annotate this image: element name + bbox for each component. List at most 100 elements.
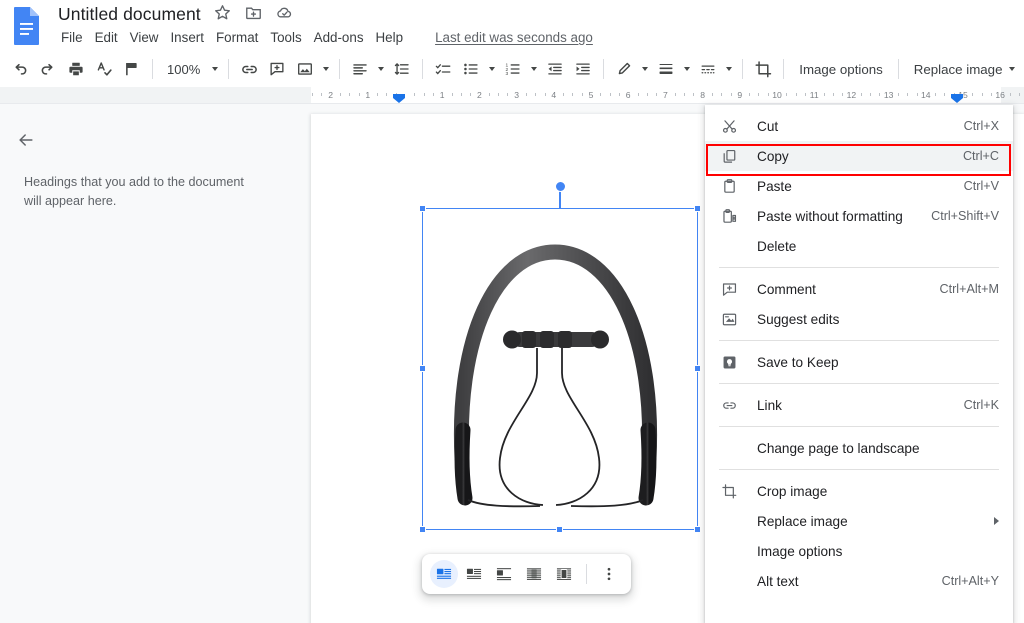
ruler-tick — [312, 93, 313, 96]
menu-item-label: Delete — [757, 239, 999, 254]
border-dash-control[interactable] — [694, 55, 736, 83]
menu-item-suggest-edits[interactable]: Suggest edits — [705, 304, 1013, 334]
right-indent-marker[interactable] — [951, 90, 963, 99]
border-color-control[interactable] — [610, 55, 652, 83]
paint-format-icon[interactable] — [118, 55, 146, 83]
image-options-button[interactable]: Image options — [790, 56, 892, 82]
menu-file[interactable]: File — [55, 26, 89, 49]
in-front-of-text-button[interactable] — [550, 560, 578, 588]
ruler-tick — [461, 93, 462, 96]
selected-image[interactable] — [422, 208, 698, 530]
border-dash-icon[interactable] — [694, 55, 722, 83]
break-text-button[interactable] — [490, 560, 518, 588]
title-action-icons — [213, 3, 294, 22]
align-icon[interactable] — [346, 55, 374, 83]
ruler-tick — [982, 93, 983, 96]
decrease-indent-icon[interactable] — [541, 55, 569, 83]
menu-addons[interactable]: Add-ons — [308, 26, 370, 49]
chevron-down-icon[interactable] — [722, 55, 736, 83]
zoom-control[interactable]: 100% — [159, 56, 222, 82]
menu-item-paste[interactable]: PasteCtrl+V — [705, 171, 1013, 201]
chevron-down-icon[interactable] — [527, 55, 541, 83]
chevron-down-icon[interactable] — [319, 55, 333, 83]
increase-indent-icon[interactable] — [569, 55, 597, 83]
left-indent-marker[interactable] — [393, 90, 405, 99]
menu-item-image-options[interactable]: Image options — [705, 536, 1013, 566]
print-icon[interactable] — [62, 55, 90, 83]
menu-edit[interactable]: Edit — [89, 26, 124, 49]
rotate-handle[interactable] — [555, 181, 566, 192]
menu-help[interactable]: Help — [370, 26, 410, 49]
move-to-folder-icon[interactable] — [244, 3, 263, 22]
document-title[interactable]: Untitled document — [56, 2, 203, 26]
image-context-menu[interactable]: CutCtrl+XCopyCtrl+CPasteCtrl+VPaste with… — [705, 105, 1013, 623]
toolbar-divider — [742, 59, 743, 79]
menu-item-alt-text[interactable]: Alt textCtrl+Alt+Y — [705, 566, 1013, 596]
chevron-down-icon[interactable] — [638, 55, 652, 83]
menu-item-replace-image[interactable]: Replace image — [705, 506, 1013, 536]
menu-item-change-page-to-landscape[interactable]: Change page to landscape — [705, 433, 1013, 463]
chevron-down-icon[interactable] — [680, 55, 694, 83]
border-weight-icon[interactable] — [652, 55, 680, 83]
bulleted-list-icon[interactable] — [457, 55, 485, 83]
menu-item-link[interactable]: LinkCtrl+K — [705, 390, 1013, 420]
menu-item-copy[interactable]: CopyCtrl+C — [705, 141, 1013, 171]
menu-item-crop-image[interactable]: Crop image — [705, 476, 1013, 506]
ruler-tick — [1010, 93, 1011, 96]
line-spacing-icon[interactable] — [388, 55, 416, 83]
scissors-icon — [719, 116, 739, 136]
chevron-down-icon[interactable] — [485, 55, 499, 83]
insert-image-control[interactable] — [291, 55, 333, 83]
more-options-icon[interactable] — [595, 560, 623, 588]
crop-icon[interactable] — [749, 55, 777, 83]
insert-image-icon[interactable] — [291, 55, 319, 83]
menu-item-save-to-keep[interactable]: Save to Keep — [705, 347, 1013, 377]
ruler-tick — [833, 93, 834, 96]
menu-item-delete[interactable]: Delete — [705, 231, 1013, 261]
star-icon[interactable] — [213, 3, 232, 22]
ruler-tick — [684, 93, 685, 96]
menu-item-cut[interactable]: CutCtrl+X — [705, 111, 1013, 141]
add-comment-icon[interactable] — [263, 55, 291, 83]
chevron-down-icon[interactable] — [374, 55, 388, 83]
numbered-list-control[interactable]: 1 2 3 — [499, 55, 541, 83]
copy-icon — [719, 146, 739, 166]
menu-divider — [719, 383, 999, 384]
ruler-tick — [749, 93, 750, 96]
bulleted-list-control[interactable] — [457, 55, 499, 83]
checklist-icon[interactable] — [429, 55, 457, 83]
wrap-text-button[interactable] — [460, 560, 488, 588]
border-weight-control[interactable] — [652, 55, 694, 83]
numbered-list-icon[interactable]: 1 2 3 — [499, 55, 527, 83]
align-control[interactable] — [346, 55, 388, 83]
menu-view[interactable]: View — [124, 26, 165, 49]
ruler-tick — [572, 93, 573, 96]
ruler-tick-label: 12 — [847, 90, 857, 100]
spelling-check-icon[interactable] — [90, 55, 118, 83]
ruler-tick — [545, 93, 546, 96]
replace-image-button[interactable]: Replace image — [905, 56, 1024, 82]
menu-item-paste-without-formatting[interactable]: Paste without formattingCtrl+Shift+V — [705, 201, 1013, 231]
redo-icon[interactable] — [34, 55, 62, 83]
google-docs-logo-icon[interactable] — [10, 6, 44, 46]
border-color-icon[interactable] — [610, 55, 638, 83]
insert-link-icon[interactable] — [235, 55, 263, 83]
ruler[interactable]: 2112345678910111213141516 — [0, 87, 1024, 104]
wrap-inline-button[interactable] — [430, 560, 458, 588]
cloud-saved-icon[interactable] — [275, 3, 294, 22]
ruler-tick — [498, 93, 499, 96]
last-edit-status[interactable]: Last edit was seconds ago — [435, 30, 593, 45]
behind-text-button[interactable] — [520, 560, 548, 588]
close-outline-button[interactable] — [12, 126, 40, 154]
menu-item-comment[interactable]: CommentCtrl+Alt+M — [705, 274, 1013, 304]
menu-tools[interactable]: Tools — [264, 26, 307, 49]
formatting-toolbar: 100% — [0, 51, 1024, 87]
menu-item-shortcut: Ctrl+X — [964, 119, 999, 133]
menu-insert[interactable]: Insert — [164, 26, 210, 49]
ruler-tick-label: 8 — [700, 90, 705, 100]
undo-icon[interactable] — [6, 55, 34, 83]
ruler-tick-label: 10 — [772, 90, 782, 100]
ruler-tick — [805, 93, 806, 96]
toolbar-divider — [228, 59, 229, 79]
menu-format[interactable]: Format — [210, 26, 264, 49]
